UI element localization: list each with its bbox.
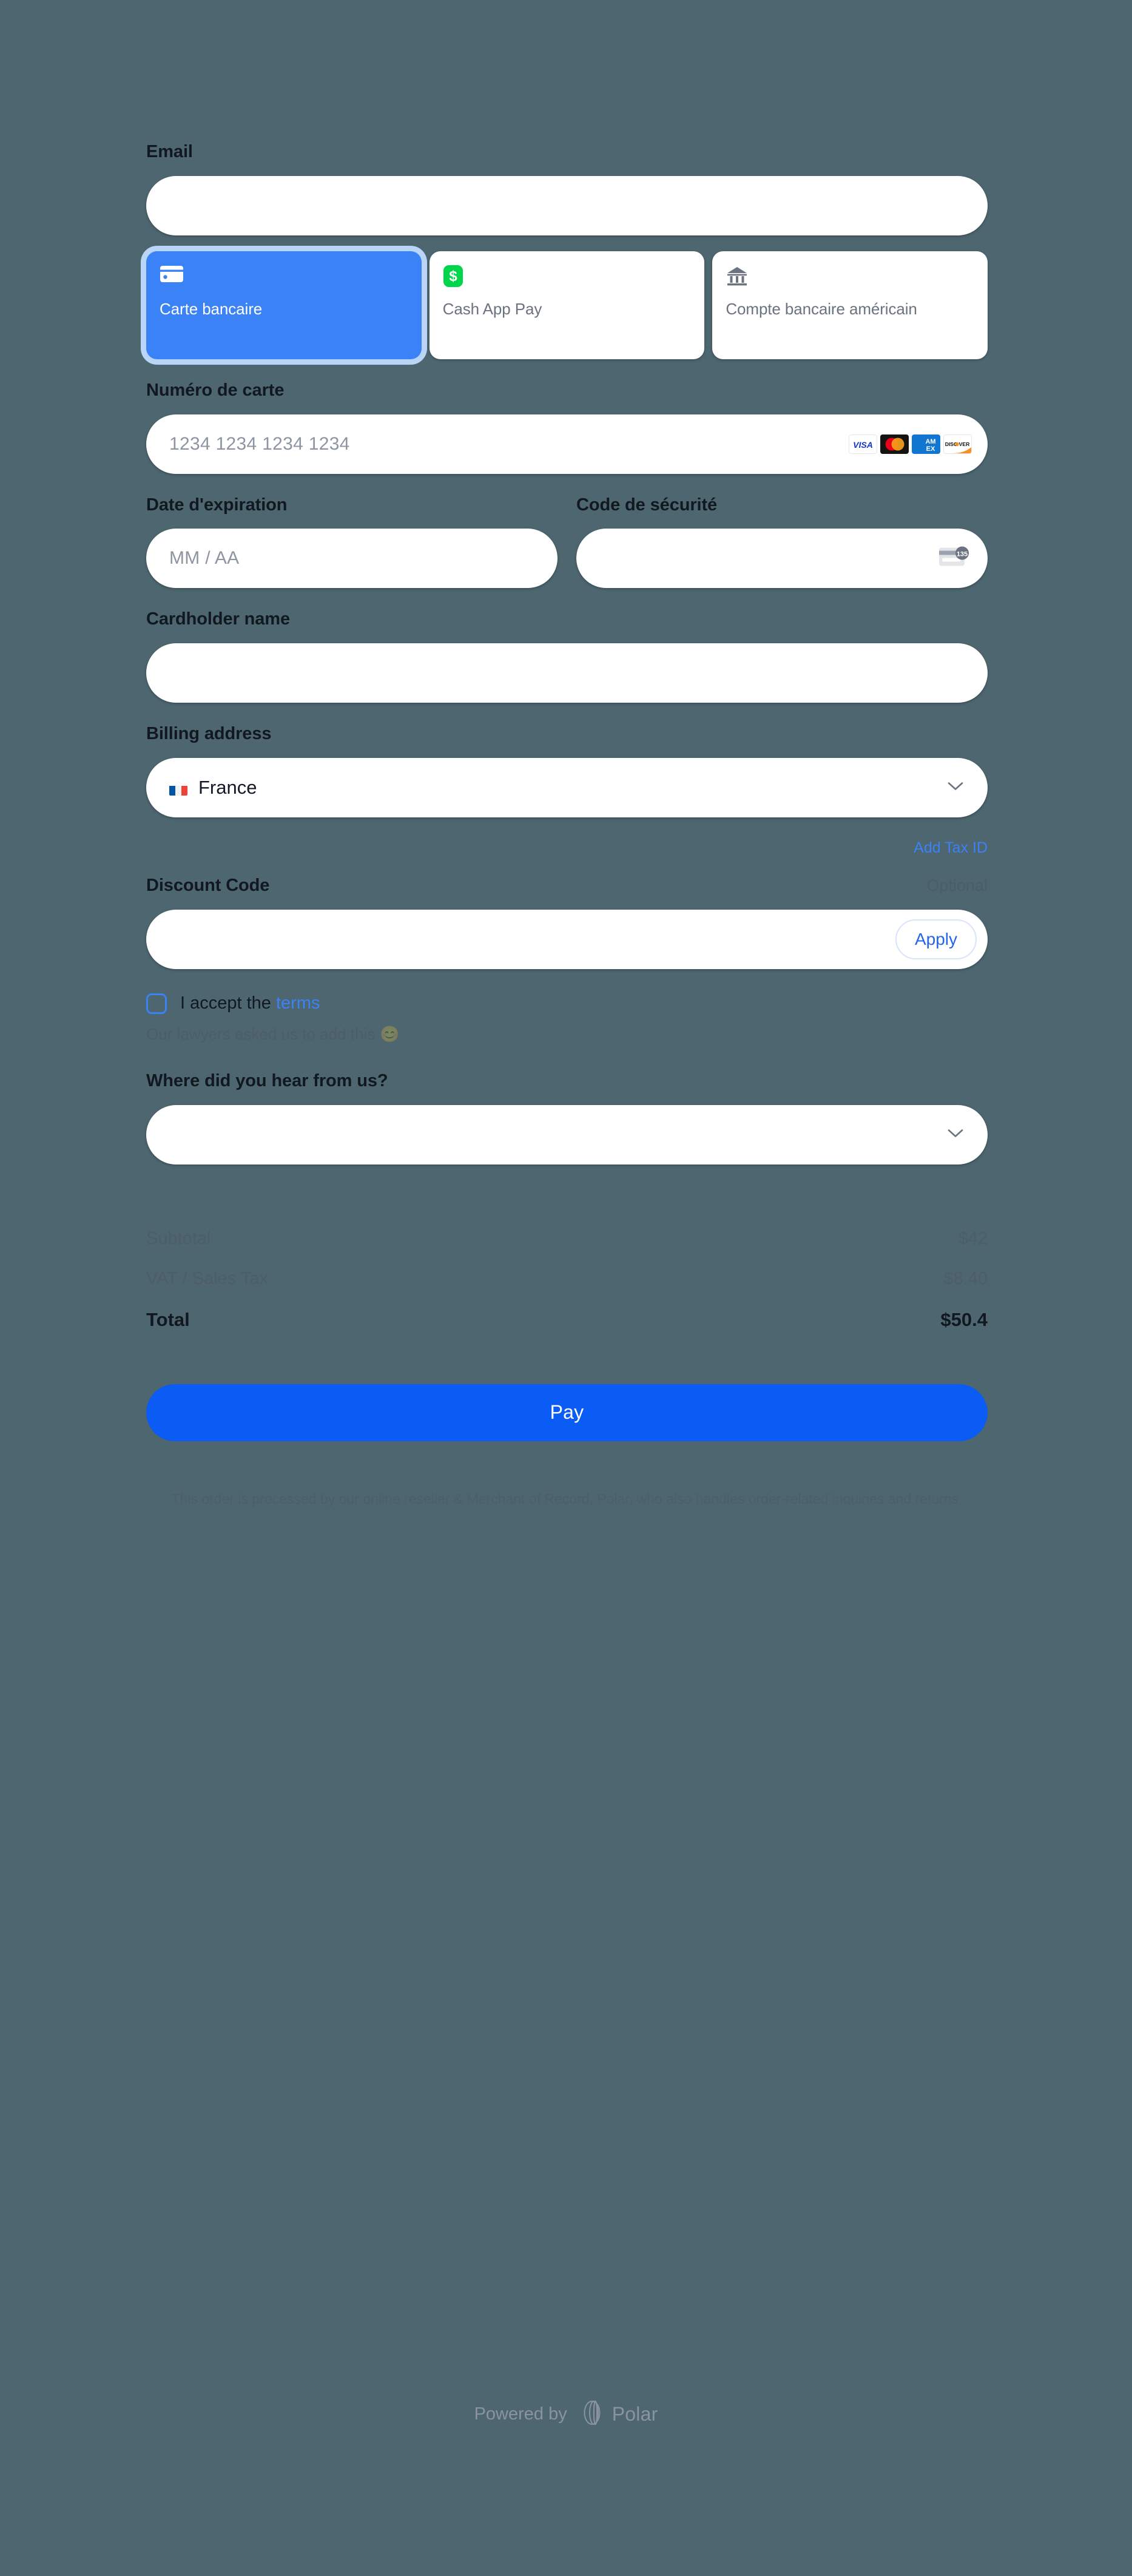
terms-subtext: Our lawyers asked us to add this (146, 1024, 376, 1043)
summary-row-total: Total $50.4 (146, 1309, 988, 1340)
payment-method-tab-usbank[interactable]: Compte bancaire américain (712, 251, 988, 359)
terms-row: I accept the terms (146, 993, 988, 1014)
svg-text:VISA: VISA (853, 440, 873, 450)
chevron-down-icon (948, 781, 963, 794)
hear-from-label: Where did you hear from us? (146, 1070, 388, 1090)
cash-app-icon: $ (443, 265, 692, 292)
summary-row-subtotal-label: Subtotal (146, 1228, 211, 1248)
cardholder-name-label: Cardholder name (146, 609, 290, 629)
hear-from-select[interactable] (146, 1104, 988, 1165)
cvc-badge-text: 135 (957, 551, 968, 558)
discount-code-group: Discount Code Optional Apply (146, 875, 988, 969)
hear-from-group: Where did you hear from us? (146, 1070, 988, 1165)
card-brand-icons: VISA AM EX DISC VER (849, 434, 972, 454)
summary-row-tax: VAT / Sales Tax $8.40 (146, 1269, 988, 1300)
terms-link[interactable]: terms (276, 993, 320, 1013)
footer: Powered by Polar (0, 2400, 1132, 2429)
payment-method-tab-cashapp-label: Cash App Pay (442, 299, 542, 318)
expiry-placeholder: MM / AA (169, 548, 240, 569)
country-select-label: France (198, 776, 257, 798)
apply-discount-button[interactable]: Apply (895, 919, 977, 959)
checkout-form: Email Carte bancaire $ Cash App Pay Comp… (146, 141, 988, 1510)
flag-france-icon (169, 782, 187, 796)
billing-address-group: Billing address France Add Tax ID (146, 723, 988, 857)
cvc-group: Code de sécurité 135 (576, 495, 988, 589)
checkout-page: Email Carte bancaire $ Cash App Pay Comp… (0, 0, 1132, 2576)
payment-method-tab-cashapp[interactable]: $ Cash App Pay (429, 251, 705, 359)
discount-code-label-row: Discount Code Optional (146, 875, 988, 896)
cvc-input[interactable]: 135 (576, 529, 988, 589)
add-tax-id-link[interactable]: Add Tax ID (914, 839, 988, 857)
accept-terms-checkbox[interactable] (146, 993, 167, 1014)
discount-code-input[interactable]: Apply (146, 909, 988, 969)
discount-code-optional-tag: Optional (926, 876, 988, 894)
card-number-group: Numéro de carte 1234 1234 1234 1234 VISA (146, 380, 988, 474)
payment-method-tab-card-label: Carte bancaire (160, 299, 263, 318)
email-field-group: Email (146, 141, 988, 235)
expiry-label: Date d'expiration (146, 495, 288, 515)
cardholder-name-input[interactable] (146, 643, 988, 703)
discover-icon: DISC VER (943, 434, 972, 454)
expiry-cvc-row: Date d'expiration MM / AA Code de sécuri… (146, 495, 988, 589)
country-select-value-wrap: France (169, 777, 257, 799)
billing-address-label: Billing address (146, 724, 272, 744)
mastercard-icon (880, 434, 909, 454)
terms-subtext-row: Our lawyers asked us to add this 😊 (146, 1025, 988, 1044)
summary-total-label: Total (146, 1308, 190, 1330)
cvc-label: Code de sécurité (576, 495, 718, 515)
summary-row-subtotal: Subtotal $42 (146, 1229, 988, 1260)
polar-brand-name: Polar (611, 2403, 658, 2425)
accept-terms-prefix: I accept the (180, 993, 276, 1013)
polar-brand[interactable]: Polar (581, 2400, 658, 2429)
cvc-card-back-icon: 135 (938, 546, 969, 572)
payment-method-tab-card[interactable]: Carte bancaire (146, 251, 422, 359)
svg-text:$: $ (449, 268, 457, 285)
card-number-placeholder: 1234 1234 1234 1234 (169, 433, 350, 454)
add-tax-id-row: Add Tax ID (146, 839, 988, 857)
merchant-of-record-disclaimer: This order is processed by our online re… (171, 1490, 963, 1507)
summary-total-value: $50.4 (940, 1308, 988, 1330)
summary-row-subtotal-value: $42 (958, 1228, 988, 1248)
payment-method-tab-usbank-label: Compte bancaire américain (726, 299, 917, 318)
card-number-label: Numéro de carte (146, 380, 285, 400)
email-input[interactable] (146, 175, 988, 235)
svg-text:EX: EX (926, 445, 935, 453)
powered-by-label: Powered by (474, 2404, 567, 2424)
chevron-down-icon (948, 1128, 963, 1141)
amex-icon: AM EX (912, 434, 940, 454)
smiling-face-emoji: 😊 (380, 1024, 400, 1043)
card-number-input[interactable]: 1234 1234 1234 1234 VISA AM EX DISC VER (146, 414, 988, 474)
terms-group: I accept the terms Our lawyers asked us … (146, 993, 988, 1044)
summary-row-tax-label: VAT / Sales Tax (146, 1268, 268, 1288)
order-summary: Subtotal $42 VAT / Sales Tax $8.40 Total… (146, 1229, 988, 1340)
email-label: Email (146, 142, 193, 161)
discount-code-label: Discount Code (146, 875, 270, 895)
expiry-input[interactable]: MM / AA (146, 529, 558, 589)
svg-text:AM: AM (925, 438, 935, 445)
visa-icon: VISA (849, 434, 877, 454)
credit-card-icon (160, 265, 408, 292)
accept-terms-text: I accept the terms (180, 993, 320, 1013)
country-select[interactable]: France (146, 757, 988, 817)
polar-logo-icon (581, 2400, 604, 2429)
summary-row-tax-value: $8.40 (943, 1268, 988, 1288)
cardholder-name-group: Cardholder name (146, 609, 988, 703)
payment-method-tabs: Carte bancaire $ Cash App Pay Compte ban… (146, 251, 988, 359)
pay-button[interactable]: Pay (146, 1384, 988, 1441)
expiry-group: Date d'expiration MM / AA (146, 495, 558, 589)
bank-icon (726, 265, 974, 292)
